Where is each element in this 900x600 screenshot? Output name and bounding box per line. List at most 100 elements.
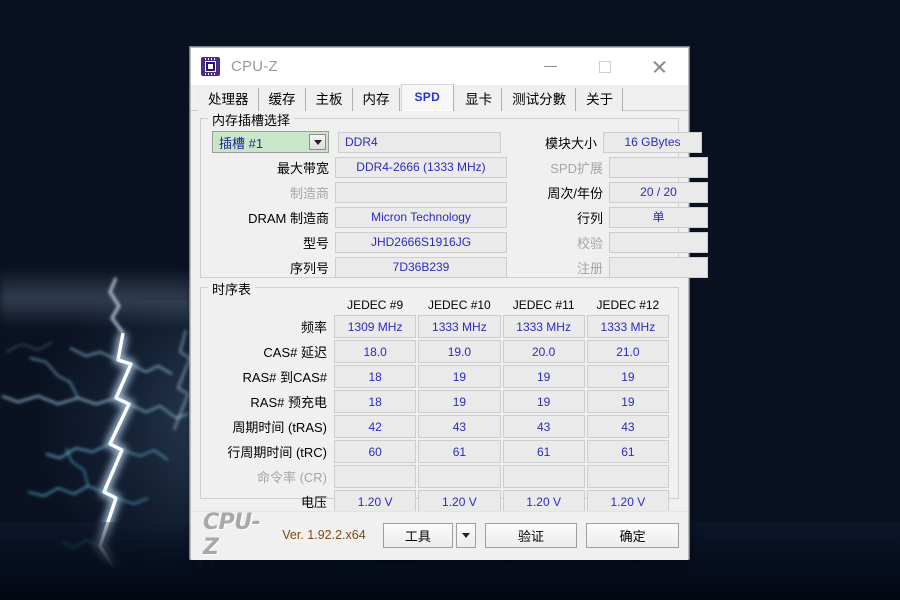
command-rate-jedec10 <box>418 465 501 488</box>
cas-latency-jedec11: 20.0 <box>502 340 585 363</box>
window-footer: CPU-Z Ver. 1.92.2.x64 工具 验证 确定 <box>191 510 688 560</box>
tab-spd[interactable]: SPD <box>400 84 455 111</box>
timings-group: 时序表 JEDEC #9 JEDEC #10 JEDEC #11 JEDEC #… <box>200 279 679 513</box>
serial-number-label: 序列号 <box>289 260 329 276</box>
module-size-label: 模块大小 <box>544 135 597 151</box>
tras-jedec10: 43 <box>418 415 501 438</box>
cas-latency-jedec12: 21.0 <box>586 340 669 363</box>
trc-jedec12: 61 <box>586 440 669 463</box>
table-row: RAS# 预充电 18 19 19 19 <box>210 390 669 413</box>
cpu-chip-icon <box>201 57 220 76</box>
tab-mainboard[interactable]: 主板 <box>305 88 353 111</box>
slot-select-dropdown[interactable]: 插槽 #1 <box>212 131 329 153</box>
row-label-tras: 周期时间 (tRAS) <box>232 420 327 435</box>
maximize-icon <box>599 60 611 73</box>
row-label-ras-precharge: RAS# 预充电 <box>250 395 327 410</box>
dram-manufacturer-value: Micron Technology <box>335 206 507 228</box>
tools-dropdown-arrow-button[interactable] <box>456 522 476 548</box>
ras-precharge-jedec11: 19 <box>502 390 585 413</box>
manufacturer-label: 制造商 <box>289 185 329 201</box>
tab-caches[interactable]: 缓存 <box>258 88 306 111</box>
voltage-jedec9: 1.20 V <box>334 490 417 513</box>
trc-jedec11: 61 <box>502 440 585 463</box>
part-number-label: 型号 <box>302 235 329 251</box>
trc-jedec9: 60 <box>334 440 417 463</box>
timings-col-jedec12: JEDEC #12 <box>596 297 660 312</box>
tab-graphics[interactable]: 显卡 <box>455 88 503 111</box>
slot-select-value: 插槽 #1 <box>219 135 264 151</box>
chevron-down-icon <box>461 532 470 538</box>
voltage-jedec10: 1.20 V <box>418 490 501 513</box>
tab-memory[interactable]: 内存 <box>352 88 400 111</box>
minimize-button[interactable] <box>527 48 573 85</box>
command-rate-jedec11 <box>502 465 585 488</box>
table-row: 命令率 (CR) <box>210 465 669 488</box>
max-bandwidth-label: 最大带宽 <box>276 160 329 176</box>
dram-manufacturer-label: DRAM 制造商 <box>248 210 329 226</box>
part-number-row: 型号 JHD2666S1916JG 校验 <box>209 231 708 253</box>
serial-number-value: 7D36B239 <box>335 256 507 278</box>
minimize-icon <box>543 65 557 68</box>
manufacturer-value <box>335 181 507 203</box>
timings-col-jedec10: JEDEC #10 <box>428 297 491 312</box>
ranks-label: 行列 <box>576 210 603 226</box>
command-rate-jedec9 <box>334 465 417 488</box>
serial-number-row: 序列号 7D36B239 注册 <box>209 256 708 278</box>
tab-processor[interactable]: 处理器 <box>198 88 259 111</box>
row-label-trc: 行周期时间 (tRC) <box>227 445 327 460</box>
memory-slot-group: 内存插槽选择 插槽 #1 DDR4 模块大小 16 GBytes 最大带宽 DD… <box>200 110 708 278</box>
tab-bench[interactable]: 测试分數 <box>502 88 577 111</box>
voltage-jedec12: 1.20 V <box>586 490 669 513</box>
part-number-value: JHD2666S1916JG <box>335 231 507 253</box>
timings-corner <box>210 296 332 313</box>
ras-to-cas-jedec9: 18 <box>334 365 417 388</box>
row-label-ras-to-cas: RAS# 到CAS# <box>242 370 327 385</box>
cpuz-logo: CPU-Z <box>203 510 261 560</box>
week-year-label: 周次/年份 <box>547 185 603 201</box>
ras-to-cas-jedec10: 19 <box>418 365 501 388</box>
manufacturer-row: 制造商 周次/年份 20 / 20 <box>209 181 708 203</box>
table-row: RAS# 到CAS# 18 19 19 19 <box>210 365 669 388</box>
frequency-jedec10: 1333 MHz <box>418 315 501 338</box>
frequency-jedec11: 1333 MHz <box>502 315 585 338</box>
tools-button[interactable]: 工具 <box>382 522 454 548</box>
row-label-command-rate: 命令率 (CR) <box>256 470 327 485</box>
cas-latency-jedec10: 19.0 <box>418 340 501 363</box>
close-button[interactable] <box>636 48 682 85</box>
maximize-button[interactable] <box>582 48 628 85</box>
row-label-frequency: 频率 <box>300 320 327 335</box>
close-icon <box>652 59 667 74</box>
timings-header-row: JEDEC #9 JEDEC #10 JEDEC #11 JEDEC #12 <box>210 296 669 313</box>
cpuz-window: CPU-Z 处理器 缓存 主板 内存 SPD 显卡 测试分數 关于 内存插槽选择… <box>190 47 708 560</box>
tras-jedec12: 43 <box>586 415 669 438</box>
registered-value <box>609 256 708 278</box>
table-row: 周期时间 (tRAS) 42 43 43 43 <box>210 415 669 438</box>
spd-ext-label: SPD扩展 <box>550 160 603 176</box>
trc-jedec10: 61 <box>418 440 501 463</box>
ras-to-cas-jedec12: 19 <box>586 365 669 388</box>
table-row: 行周期时间 (tRC) 60 61 61 61 <box>210 440 669 463</box>
module-type-value: DDR4 <box>338 131 501 153</box>
dram-manufacturer-row: DRAM 制造商 Micron Technology 行列 单 <box>209 206 708 228</box>
spd-ext-value <box>609 156 708 178</box>
chevron-down-icon[interactable] <box>309 134 326 150</box>
timings-table: JEDEC #9 JEDEC #10 JEDEC #11 JEDEC #12 频… <box>208 294 671 515</box>
ras-precharge-jedec9: 18 <box>334 390 417 413</box>
max-bandwidth-row: 最大带宽 DDR4-2666 (1333 MHz) SPD扩展 <box>209 156 708 178</box>
timings-col-jedec11: JEDEC #11 <box>512 297 575 312</box>
ras-precharge-jedec10: 19 <box>418 390 501 413</box>
module-size-value: 16 GBytes <box>603 131 702 153</box>
cas-latency-jedec9: 18.0 <box>334 340 417 363</box>
frequency-jedec12: 1333 MHz <box>586 315 669 338</box>
memory-slot-group-legend: 内存插槽选择 <box>208 110 295 129</box>
command-rate-jedec12 <box>586 465 669 488</box>
ranks-value: 单 <box>609 206 708 228</box>
validate-button[interactable]: 验证 <box>484 522 578 548</box>
voltage-jedec11: 1.20 V <box>502 490 585 513</box>
spd-panel: 内存插槽选择 插槽 #1 DDR4 模块大小 16 GBytes 最大带宽 DD… <box>191 110 708 560</box>
tras-jedec11: 43 <box>502 415 585 438</box>
timings-group-legend: 时序表 <box>208 279 256 298</box>
ok-button[interactable]: 确定 <box>586 522 680 548</box>
table-row: 电压 1.20 V 1.20 V 1.20 V 1.20 V <box>210 490 669 513</box>
tab-about[interactable]: 关于 <box>576 88 624 111</box>
